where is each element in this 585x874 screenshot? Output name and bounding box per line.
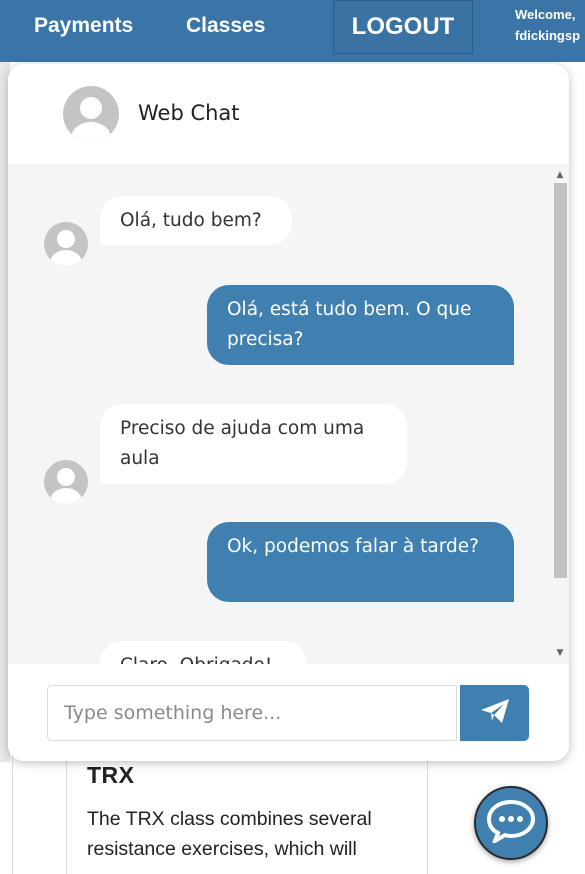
web-chat-window: Web Chat Olá, tudo bem? Olá, está tudo b… <box>8 64 569 761</box>
scroll-down-arrow-icon[interactable]: ▼ <box>555 648 565 658</box>
incoming-message: Olá, tudo bem? <box>100 196 292 245</box>
user-avatar-icon <box>44 222 88 266</box>
welcome-message: Welcome, fdickingsp <box>515 4 580 46</box>
top-navigation: Payments Classes LOGOUT Welcome, fdickin… <box>0 0 585 62</box>
chat-bubble-icon <box>486 799 536 847</box>
send-button[interactable] <box>460 685 529 741</box>
outgoing-message: Ok, podemos falar à tarde? <box>207 522 514 602</box>
class-card-description: The TRX class combines several resistanc… <box>87 808 372 860</box>
logout-button[interactable]: LOGOUT <box>333 0 473 54</box>
scroll-up-arrow-icon[interactable]: ▲ <box>555 170 565 180</box>
user-avatar-icon <box>44 460 88 504</box>
class-card-title: TRX <box>87 762 135 788</box>
chat-scrollbar[interactable]: ▲ ▼ <box>553 170 567 658</box>
scroll-thumb[interactable] <box>554 183 567 578</box>
chat-composer <box>8 664 569 761</box>
incoming-message: Preciso de ajuda com uma aula <box>100 404 407 484</box>
chat-messages[interactable]: Olá, tudo bem? Olá, está tudo bem. O que… <box>8 164 569 664</box>
nav-classes-link[interactable]: Classes <box>186 14 265 38</box>
paper-plane-icon <box>480 698 510 728</box>
nav-payments-link[interactable]: Payments <box>34 14 133 38</box>
class-card: TRX The TRX class combines several resis… <box>66 750 428 874</box>
message-input[interactable] <box>47 685 457 741</box>
incoming-message: Claro, Obrigado! <box>100 641 306 664</box>
welcome-label: Welcome, <box>515 7 576 22</box>
open-chat-button[interactable] <box>474 786 548 860</box>
chat-title: Web Chat <box>138 101 240 125</box>
outgoing-message: Olá, está tudo bem. O que precisa? <box>207 285 514 365</box>
chat-header: Web Chat <box>8 64 569 164</box>
username-label: fdickingsp <box>515 28 581 43</box>
user-avatar-icon <box>63 86 119 142</box>
page-divider <box>12 750 13 874</box>
